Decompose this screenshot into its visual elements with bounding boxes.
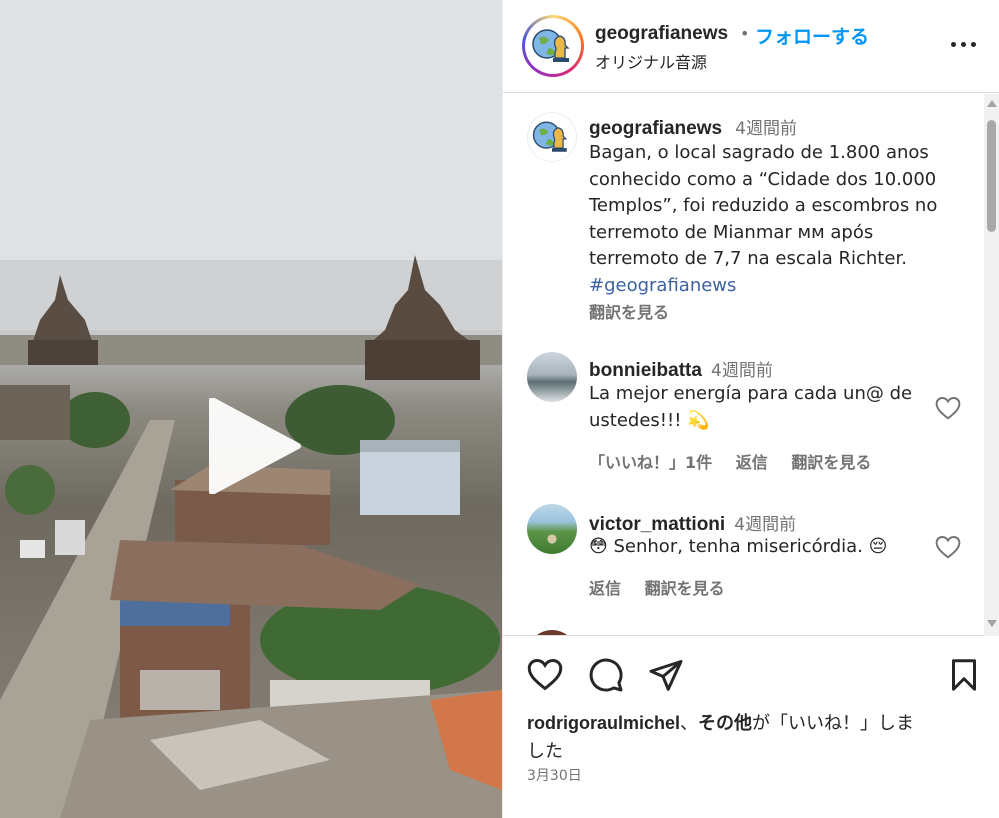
- liker-username[interactable]: rodrigoraulmichel: [527, 713, 680, 733]
- comment-icon[interactable]: [588, 657, 624, 693]
- comment-avatar[interactable]: [527, 630, 577, 635]
- globe-chess-logo-icon: [532, 121, 568, 152]
- comment-username[interactable]: victor_mattioni: [589, 514, 725, 535]
- post-video[interactable]: [0, 0, 502, 818]
- likes-summary: rodrigoraulmichel、その他が「いいね！」しま した: [527, 709, 977, 766]
- comment-line: La mejor energía para cada un@ de: [589, 383, 913, 404]
- caption-time[interactable]: 4週間前: [735, 119, 797, 139]
- post-panel: geografianews • フォローする オリジナル音源 geografia…: [502, 0, 999, 818]
- action-bar: rodrigoraulmichel、その他が「いいね！」しま した 3月30日: [503, 637, 999, 818]
- caption-line: terremoto de Mianmar мм após: [589, 221, 874, 243]
- likes-text: が「いいね！」しま: [752, 713, 915, 734]
- comment-like-heart-icon[interactable]: [935, 396, 961, 420]
- separator-dot: •: [740, 24, 750, 43]
- profile-avatar[interactable]: [522, 15, 584, 77]
- comments-list[interactable]: geografianews 4週間前 Bagan, o local sagrad…: [503, 94, 999, 636]
- caption-line: Templos”, foi reduzido a escombros no: [589, 195, 938, 216]
- caption-text: Bagan, o local sagrado de 1.800 anos con…: [589, 140, 937, 299]
- comments-scrollbar[interactable]: [984, 94, 999, 636]
- comment-line: 😳 Senhor, tenha misericórdia. 😔: [589, 536, 888, 557]
- comment-username[interactable]: bonnieibatta: [589, 360, 702, 381]
- comment-translate-link[interactable]: 翻訳を見る: [791, 453, 871, 472]
- caption-line: terremoto de 7,7 na escala Richter.: [589, 248, 907, 269]
- scroll-down-arrow-icon[interactable]: [987, 620, 997, 627]
- scroll-up-arrow-icon[interactable]: [987, 100, 997, 107]
- caption-line: Bagan, o local sagrado de 1.800 anos: [589, 142, 929, 163]
- post-header: geografianews • フォローする オリジナル音源: [503, 0, 999, 93]
- post-username[interactable]: geografianews: [595, 23, 728, 45]
- caption-line: conhecido como a “Cidade dos 10.000: [589, 168, 937, 190]
- comment-text: 😳 Senhor, tenha misericórdia. 😔: [589, 534, 887, 561]
- post-date[interactable]: 3月30日: [527, 765, 582, 785]
- comment-time[interactable]: 4週間前: [734, 515, 796, 535]
- likes-text-cont: した: [527, 741, 563, 762]
- comment-meta: 「いいね！」1件 返信 翻訳を見る: [589, 449, 889, 473]
- caption-meta: 翻訳を見る: [589, 299, 687, 323]
- comment-translate-link[interactable]: 翻訳を見る: [645, 579, 725, 598]
- comment-line: ustedes!!! 💫: [589, 409, 710, 431]
- comment-reply-button[interactable]: 返信: [589, 579, 621, 598]
- caption-avatar[interactable]: [527, 112, 577, 162]
- likes-separator: 、: [680, 713, 699, 734]
- paper-plane-icon[interactable]: [648, 657, 684, 693]
- comment-avatar[interactable]: [527, 352, 577, 402]
- comment-meta: 返信 翻訳を見る: [589, 575, 743, 599]
- globe-chess-logo-icon: [532, 29, 570, 62]
- comment-avatar[interactable]: [527, 504, 577, 554]
- more-options-icon[interactable]: [949, 35, 979, 55]
- comment-like-heart-icon[interactable]: [935, 535, 961, 559]
- comment-reply-button[interactable]: 返信: [736, 453, 768, 472]
- comment-time[interactable]: 4週間前: [711, 361, 773, 381]
- play-icon[interactable]: [206, 398, 302, 494]
- scrollbar-thumb[interactable]: [987, 120, 996, 232]
- comment-text: La mejor energía para cada un@ de ustede…: [589, 381, 912, 434]
- audio-label[interactable]: オリジナル音源: [595, 49, 707, 73]
- caption-hashtag[interactable]: #geografianews: [589, 273, 937, 300]
- comment-likes-count[interactable]: 「いいね！」1件: [589, 453, 712, 472]
- follow-button[interactable]: フォローする: [755, 22, 869, 49]
- likes-others-link[interactable]: その他: [698, 713, 752, 733]
- heart-icon[interactable]: [527, 657, 563, 693]
- bookmark-icon[interactable]: [946, 657, 982, 693]
- caption-username[interactable]: geografianews: [589, 118, 722, 139]
- caption-translate-link[interactable]: 翻訳を見る: [589, 303, 669, 322]
